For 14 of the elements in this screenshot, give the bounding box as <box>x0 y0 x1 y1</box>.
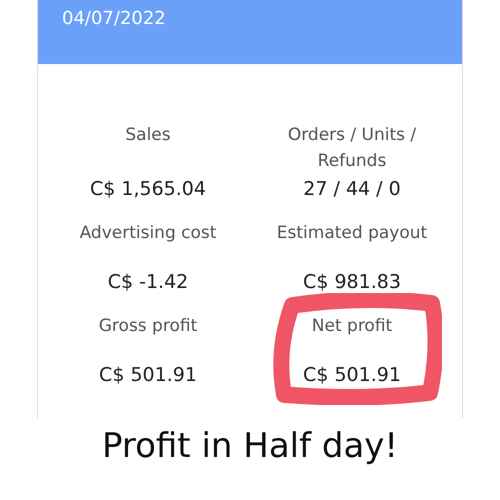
metric-value: C$ 1,565.04 <box>90 178 206 200</box>
metric-label: Gross profit <box>98 315 198 338</box>
metric-value: C$ -1.42 <box>108 271 188 293</box>
metric-label: Estimated payout <box>276 222 428 245</box>
metric-label: Orders / Units / Refunds <box>286 124 418 173</box>
caption-text: Profit in Half day! <box>102 426 398 466</box>
metric-label: Sales <box>124 124 172 147</box>
metric-value: C$ 501.91 <box>303 364 401 386</box>
metric-label: Advertising cost <box>78 222 218 245</box>
metric-label: Net profit <box>310 315 394 338</box>
metric-value: C$ 501.91 <box>99 364 197 386</box>
metric-value: C$ 981.83 <box>303 271 401 293</box>
metric-value: 27 / 44 / 0 <box>303 178 401 200</box>
date-text: 04/07/2022 <box>62 8 166 29</box>
